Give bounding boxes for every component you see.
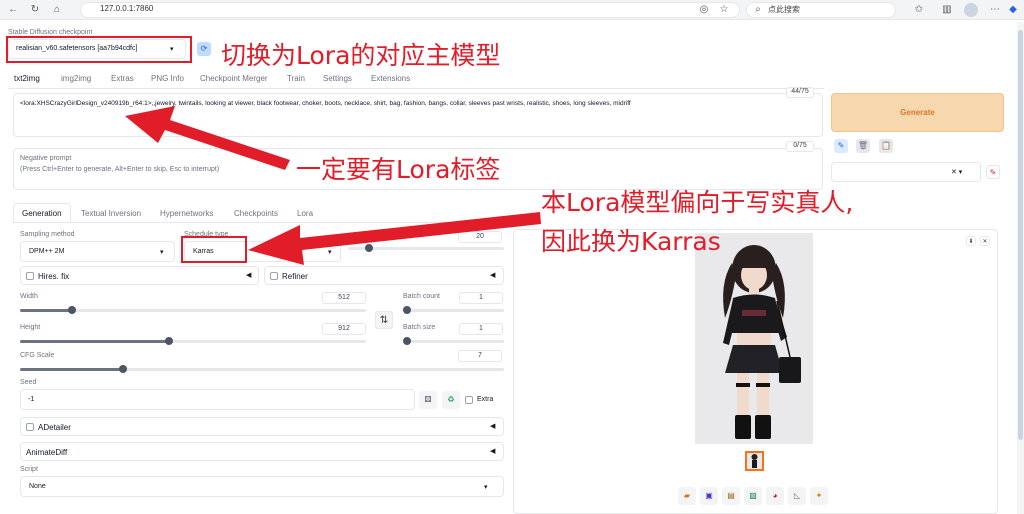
- arrow-to-schedule: [248, 212, 541, 265]
- annotation-karras-line2: 因此换为Karras: [541, 227, 721, 256]
- annotation-karras-line1: 本Lora模型偏向于写实真人,: [541, 188, 854, 217]
- annotation-arrows: [125, 106, 541, 265]
- scrollbar-thumb[interactable]: [1018, 30, 1023, 440]
- annotation-checkpoint: 切换为Lora的对应主模型: [221, 41, 501, 70]
- arrow-to-prompt: [125, 106, 290, 170]
- annotation-lora-tag: 一定要有Lora标签: [296, 155, 501, 184]
